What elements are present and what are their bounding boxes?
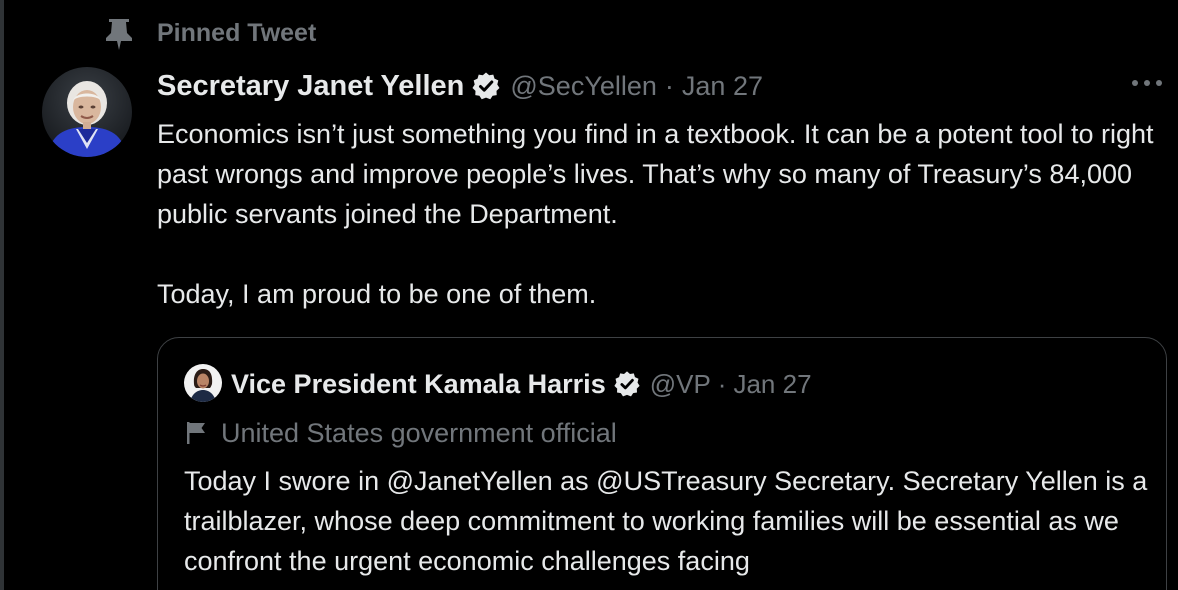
- author-name[interactable]: Secretary Janet Yellen: [157, 70, 464, 103]
- pin-icon: [104, 17, 134, 51]
- more-options-button[interactable]: [1124, 66, 1170, 102]
- government-label-text: United States government official: [221, 417, 617, 448]
- verified-badge-icon: [613, 370, 641, 398]
- quoted-tweet-header: Vice President Kamala Harris @VP · Jan 2…: [231, 364, 812, 404]
- pinned-label: Pinned Tweet: [157, 19, 317, 47]
- quoted-text-segment: Today I swore in: [184, 466, 387, 496]
- quoted-tweet-card[interactable]: Vice President Kamala Harris @VP · Jan 2…: [157, 337, 1167, 590]
- pinned-indicator: Pinned Tweet: [104, 14, 316, 54]
- tweet-paragraph: Today, I am proud to be one of them.: [157, 279, 597, 309]
- tweet-paragraph: Economics isn’t just something you find …: [157, 119, 1154, 229]
- tweet-header: Secretary Janet Yellen @SecYellen · Jan …: [157, 66, 763, 106]
- author-avatar[interactable]: [42, 67, 132, 157]
- quoted-tweet-text: Today I swore in @JanetYellen as @USTrea…: [184, 461, 1154, 581]
- mention-link-janetyellen[interactable]: @JanetYellen: [387, 466, 553, 496]
- tweet-date[interactable]: Jan 27: [682, 71, 763, 102]
- flag-icon: [184, 420, 210, 446]
- quoted-author-handle: @VP: [649, 368, 711, 399]
- quoted-tweet-paragraph: Today I swore in @JanetYellen as @USTrea…: [184, 461, 1154, 581]
- header-separator: ·: [664, 70, 674, 101]
- quoted-author-avatar: [184, 364, 222, 402]
- verified-badge-icon: [471, 71, 501, 101]
- quoted-tweet-date: Jan 27: [733, 368, 812, 399]
- author-handle[interactable]: @SecYellen: [510, 71, 657, 102]
- quoted-header-separator: ·: [717, 368, 727, 399]
- quoted-text-segment: as: [552, 466, 597, 496]
- mention-link-ustreasury[interactable]: @USTreasury: [596, 466, 766, 496]
- quoted-author-name: Vice President Kamala Harris: [231, 368, 606, 399]
- timeline-column-border: [0, 0, 4, 590]
- more-options-icon: [1130, 75, 1164, 93]
- tweet-text: Economics isn’t just something you find …: [157, 114, 1167, 314]
- government-label: United States government official: [184, 413, 617, 453]
